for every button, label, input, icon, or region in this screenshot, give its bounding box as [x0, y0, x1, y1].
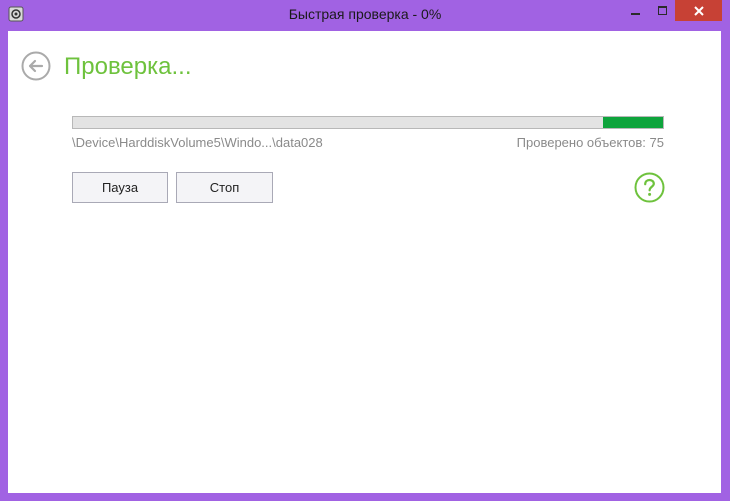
scan-progress-bar	[72, 116, 664, 129]
main-content: Проверка... \Device\HarddiskVolume5\Wind…	[8, 31, 721, 493]
app-window: Быстрая проверка - 0% Проверка... \Devic…	[0, 0, 730, 501]
help-question-icon[interactable]	[634, 172, 665, 203]
title-bar: Быстрая проверка - 0%	[0, 0, 730, 30]
minimize-icon	[631, 12, 640, 15]
pause-button[interactable]: Пауза	[72, 172, 168, 203]
minimize-button[interactable]	[622, 0, 649, 21]
window-title: Быстрая проверка - 0%	[288, 6, 442, 22]
scanned-objects-count: Проверено объектов: 75	[516, 135, 664, 150]
close-button[interactable]	[675, 0, 722, 21]
scan-progress-fill	[603, 117, 663, 128]
stop-button[interactable]: Стоп	[176, 172, 273, 203]
page-title: Проверка...	[64, 53, 192, 80]
close-icon	[693, 5, 704, 16]
maximize-icon	[657, 6, 667, 15]
maximize-button[interactable]	[649, 0, 675, 21]
back-arrow-icon[interactable]	[21, 51, 51, 81]
current-scan-path: \Device\HarddiskVolume5\Windo...\data028	[72, 135, 323, 150]
